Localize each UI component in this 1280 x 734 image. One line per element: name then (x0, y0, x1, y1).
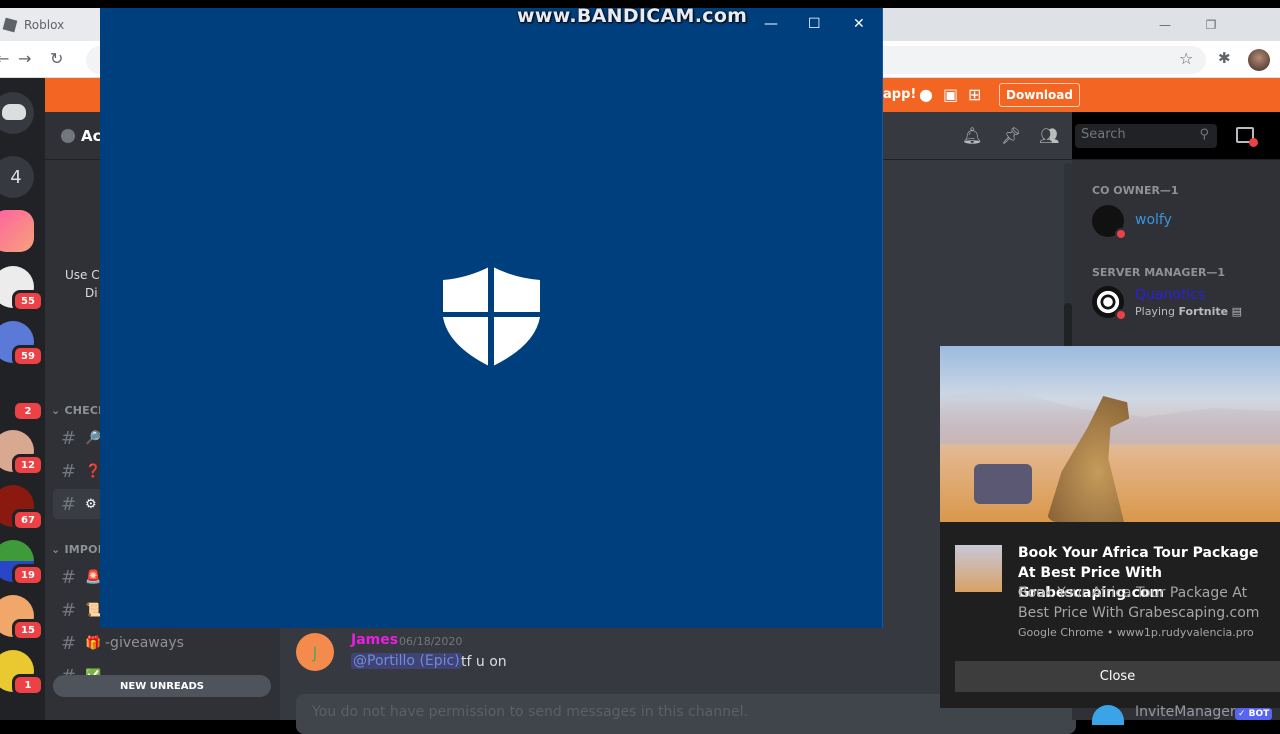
hash-icon: # (61, 599, 77, 621)
notification-body: Book Your Africa Tour Package At Best Pr… (1018, 585, 1260, 621)
inbox-icon[interactable] (1236, 127, 1258, 147)
defender-close-button[interactable]: ✕ (853, 16, 865, 32)
activity-prefix: Playing (1135, 305, 1179, 318)
member-category: SERVER MANAGER—1 (1092, 266, 1226, 279)
browser-window-controls: — ❐ (1142, 8, 1280, 41)
hash-icon: # (61, 460, 77, 482)
unread-badge: 19 (12, 564, 44, 586)
notification-hero-image (940, 346, 1280, 522)
inbox-unread-dot (1249, 138, 1258, 147)
gift-icon: 🎁 (85, 635, 102, 651)
bandicam-watermark: www.BANDICAM.com (517, 5, 748, 27)
member-activity: Playing Fortnite ▤ (1135, 305, 1242, 318)
new-unreads-button[interactable]: NEW UNREADS (53, 675, 271, 697)
browser-restore-button[interactable]: ❐ (1188, 8, 1234, 41)
browser-minimize-button[interactable]: — (1142, 8, 1188, 41)
server-name: Ac (81, 126, 102, 145)
server-icon[interactable]: 1 (0, 650, 44, 696)
server-icon[interactable]: 2 (0, 376, 44, 422)
back-button[interactable]: ← (0, 49, 9, 68)
server-gear-icon (61, 128, 75, 143)
apple-icon[interactable]: ● (919, 85, 933, 104)
message-mention[interactable]: @Portillo (Epic) (351, 653, 462, 669)
unread-badge: 59 (12, 345, 44, 367)
welcome-line: Di (85, 286, 98, 300)
bookmark-star-icon[interactable]: ☆ (1179, 49, 1193, 68)
server-icon[interactable]: 15 (0, 595, 44, 641)
extensions-puzzle-icon[interactable]: ✱ (1218, 49, 1231, 67)
message-timestamp: 06/18/2020 (399, 635, 463, 648)
member-avatar[interactable] (1092, 286, 1127, 321)
hash-icon: # (61, 566, 77, 588)
member-name[interactable]: Quanotics (1135, 287, 1205, 303)
windows-icon[interactable]: ⊞ (968, 85, 981, 104)
browser-tab[interactable]: Roblox (0, 8, 100, 41)
download-button[interactable]: Download (999, 83, 1080, 107)
welcome-line: Use C (65, 268, 100, 282)
server-folder[interactable]: 4 (0, 156, 34, 198)
member-category: CO OWNER—1 (1092, 184, 1179, 197)
message-text: tf u on (461, 654, 507, 670)
unread-badge: 1 (12, 674, 44, 696)
unread-badge: 67 (12, 509, 44, 531)
chrome-notification-toast[interactable]: Book Your Africa Tour Package At Best Pr… (940, 346, 1280, 708)
defender-minimize-button[interactable]: — (764, 16, 778, 32)
hash-icon: # (61, 427, 77, 449)
discord-home-button[interactable] (0, 92, 34, 134)
message-author[interactable]: James (351, 632, 398, 648)
member-name[interactable]: wolfy (1135, 212, 1172, 228)
server-icon[interactable]: 67 (0, 485, 44, 531)
pin-icon[interactable]: 📌︎ (1001, 126, 1021, 145)
banner-text: app! (883, 87, 917, 102)
search-icon: ⚲ (1199, 127, 1209, 142)
reload-button[interactable]: ↻ (50, 49, 63, 68)
dnd-status-icon (1115, 309, 1127, 321)
notification-source: Google Chrome • www1p.rudyvalencia.pro (1018, 626, 1254, 639)
search-input[interactable]: Search ⚲ (1075, 124, 1217, 148)
server-icon[interactable]: 19 (0, 540, 44, 586)
unread-badge: 15 (12, 619, 44, 641)
profile-avatar[interactable] (1248, 49, 1270, 71)
channel-name: -giveaways (105, 635, 184, 651)
server-icon[interactable]: 59 (0, 321, 44, 367)
search-placeholder: Search (1081, 127, 1126, 142)
hash-icon: # (61, 632, 77, 654)
notification-close-button[interactable]: Close (955, 661, 1280, 692)
hash-icon: # (61, 493, 77, 515)
server-icon[interactable]: 12 (0, 430, 44, 476)
member-name[interactable]: InviteManager (1135, 704, 1236, 720)
defender-shield-icon (443, 266, 540, 367)
tab-title: Roblox (24, 17, 65, 32)
defender-maximize-button[interactable]: ☐ (808, 16, 821, 32)
server-icon[interactable] (0, 210, 34, 252)
message-avatar[interactable]: J (296, 633, 334, 671)
forward-button[interactable]: → (18, 49, 31, 68)
android-icon[interactable]: ▣ (943, 85, 958, 104)
unread-badge: 2 (12, 400, 44, 422)
bell-icon[interactable]: 🔔︎ (962, 126, 982, 145)
unread-badge: 55 (12, 290, 44, 312)
unread-badge: 12 (12, 454, 44, 476)
bot-badge: ✓ BOT (1235, 708, 1273, 720)
activity-game: Fortnite (1178, 305, 1229, 318)
welcome-text: Use C Di (65, 266, 100, 302)
roblox-favicon-icon (2, 17, 18, 32)
server-list: 4 55 59 2 12 67 19 15 1 (0, 78, 45, 720)
notification-thumbnail (955, 545, 1002, 592)
discord-logo-icon (2, 104, 26, 120)
channel-item-giveaways[interactable]: # 🎁 -giveaways (53, 628, 275, 658)
safari-jeep-image (974, 464, 1032, 504)
members-icon[interactable]: 👥︎ (1039, 126, 1059, 145)
server-icon[interactable]: 55 (0, 266, 44, 312)
dnd-status-icon (1115, 228, 1127, 240)
rich-presence-icon: ▤ (1231, 305, 1242, 318)
browser-close-button[interactable] (1234, 8, 1280, 41)
member-avatar[interactable] (1092, 205, 1127, 240)
